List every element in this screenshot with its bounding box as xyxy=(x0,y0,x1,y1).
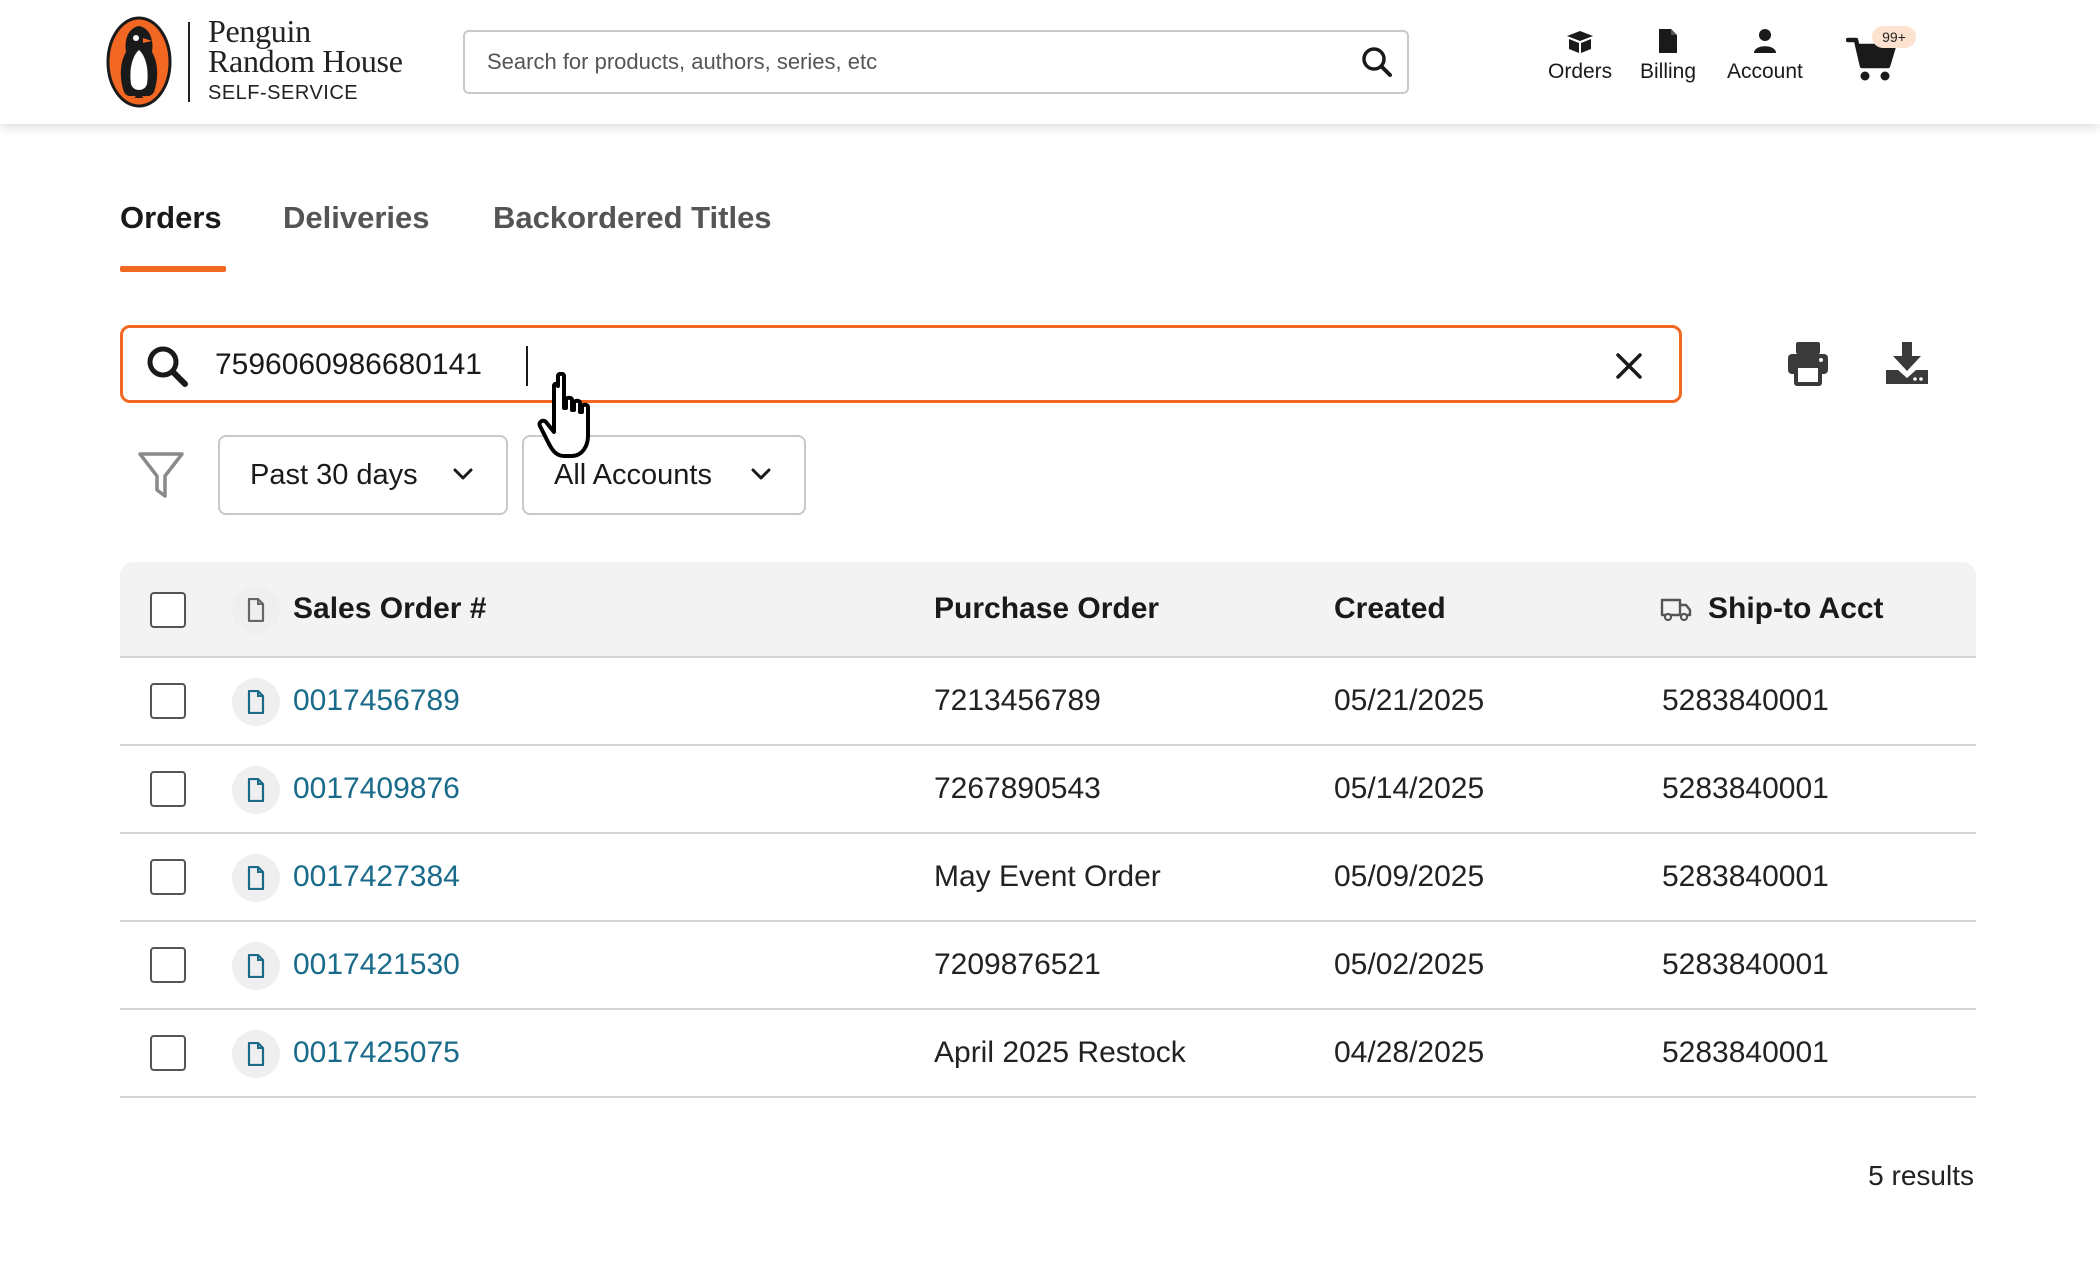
global-search-box[interactable] xyxy=(463,30,1409,94)
search-icon xyxy=(147,346,188,387)
tab-deliveries[interactable]: Deliveries xyxy=(283,200,430,236)
created-date-cell: 04/28/2025 xyxy=(1334,1036,1485,1069)
logo-line-penguin: Penguin xyxy=(208,13,311,49)
orders-table: Sales Order # Purchase Order Created Shi… xyxy=(120,562,1976,1098)
created-date-cell: 05/21/2025 xyxy=(1334,684,1485,717)
logo-divider xyxy=(188,22,190,102)
table-row: 0017425075 April 2025 Restock 04/28/2025… xyxy=(120,1010,1976,1098)
close-icon[interactable] xyxy=(1615,352,1643,380)
document-icon[interactable] xyxy=(232,942,280,990)
chevron-down-icon xyxy=(453,468,473,480)
table-row: 0017427384 May Event Order 05/09/2025 52… xyxy=(120,834,1976,922)
sales-order-link[interactable]: 0017421530 xyxy=(293,948,460,982)
accounts-value: All Accounts xyxy=(554,459,712,491)
column-purchase-order[interactable]: Purchase Order xyxy=(934,592,1159,626)
text-caret xyxy=(526,346,528,386)
person-icon xyxy=(1753,29,1776,53)
order-search-input[interactable] xyxy=(215,342,1515,388)
sales-order-link[interactable]: 0017409876 xyxy=(293,772,460,806)
document-icon xyxy=(1659,29,1678,53)
nav-orders-label: Orders xyxy=(1548,60,1613,83)
purchase-order-cell: April 2025 Restock xyxy=(934,1036,1186,1069)
ship-to-acct-cell: 5283840001 xyxy=(1662,948,1829,981)
column-ship-to-acct[interactable]: Ship-to Acct xyxy=(1708,592,1884,626)
purchase-order-cell: 7267890543 xyxy=(934,772,1101,805)
select-all-checkbox[interactable] xyxy=(150,592,186,628)
row-checkbox[interactable] xyxy=(150,947,186,983)
nav-billing[interactable]: Billing xyxy=(1640,28,1696,84)
row-checkbox[interactable] xyxy=(150,1035,186,1071)
active-tab-indicator xyxy=(120,266,226,272)
download-icon[interactable] xyxy=(1884,340,1930,386)
row-checkbox[interactable] xyxy=(150,683,186,719)
row-checkbox[interactable] xyxy=(150,859,186,895)
nav-account-label: Account xyxy=(1727,60,1803,83)
column-created[interactable]: Created xyxy=(1334,592,1446,626)
purchase-order-cell: 7209876521 xyxy=(934,948,1101,981)
table-row: 0017409876 7267890543 05/14/2025 5283840… xyxy=(120,746,1976,834)
sales-order-link[interactable]: 0017456789 xyxy=(293,684,460,718)
print-icon[interactable] xyxy=(1786,340,1830,386)
document-icon[interactable] xyxy=(232,1030,280,1078)
truck-icon xyxy=(1660,598,1692,622)
site-header: Penguin Random House SELF-SERVICE Orders… xyxy=(0,0,2100,124)
table-header-row: Sales Order # Purchase Order Created Shi… xyxy=(120,562,1976,658)
sales-order-link[interactable]: 0017425075 xyxy=(293,1036,460,1070)
box-icon xyxy=(1567,31,1594,53)
logo-line-self-service: SELF-SERVICE xyxy=(208,82,359,104)
chevron-down-icon xyxy=(751,468,771,480)
tab-backordered-titles[interactable]: Backordered Titles xyxy=(493,200,772,236)
penguin-random-house-logo[interactable]: Penguin Random House SELF-SERVICE xyxy=(106,15,403,108)
created-date-cell: 05/14/2025 xyxy=(1334,772,1485,805)
cart-count-badge: 99+ xyxy=(1872,26,1916,48)
search-icon[interactable] xyxy=(1361,46,1393,78)
sales-order-link[interactable]: 0017427384 xyxy=(293,860,460,894)
ship-to-acct-cell: 5283840001 xyxy=(1662,860,1829,893)
purchase-order-cell: 7213456789 xyxy=(934,684,1101,717)
nav-orders[interactable]: Orders xyxy=(1548,28,1612,84)
created-date-cell: 05/02/2025 xyxy=(1334,948,1485,981)
created-date-cell: 05/09/2025 xyxy=(1334,860,1485,893)
penguin-logo-icon xyxy=(106,16,172,108)
ship-to-acct-cell: 5283840001 xyxy=(1662,772,1829,805)
logo-line-random-house: Random House xyxy=(208,43,403,79)
date-range-dropdown[interactable]: Past 30 days xyxy=(218,435,508,515)
table-row: 0017456789 7213456789 05/21/2025 5283840… xyxy=(120,658,1976,746)
ship-to-acct-cell: 5283840001 xyxy=(1662,684,1829,717)
tab-orders[interactable]: Orders xyxy=(120,200,222,236)
global-search-input[interactable] xyxy=(487,42,1327,82)
date-range-value: Past 30 days xyxy=(250,459,418,491)
document-icon xyxy=(232,586,280,634)
nav-billing-label: Billing xyxy=(1640,60,1697,83)
results-count: 5 results xyxy=(1868,1160,1974,1191)
document-icon[interactable] xyxy=(232,854,280,902)
order-search-box[interactable] xyxy=(120,325,1682,403)
purchase-order-cell: May Event Order xyxy=(934,860,1161,893)
logo-wordmark: Penguin Random House SELF-SERVICE xyxy=(208,13,448,108)
nav-account[interactable]: Account xyxy=(1727,28,1803,84)
hand-cursor-icon xyxy=(537,372,590,458)
document-icon[interactable] xyxy=(232,766,280,814)
row-checkbox[interactable] xyxy=(150,771,186,807)
filter-icon[interactable] xyxy=(137,450,185,502)
document-icon[interactable] xyxy=(232,678,280,726)
ship-to-acct-cell: 5283840001 xyxy=(1662,1036,1829,1069)
table-row: 0017421530 7209876521 05/02/2025 5283840… xyxy=(120,922,1976,1010)
column-sales-order[interactable]: Sales Order # xyxy=(293,592,486,626)
